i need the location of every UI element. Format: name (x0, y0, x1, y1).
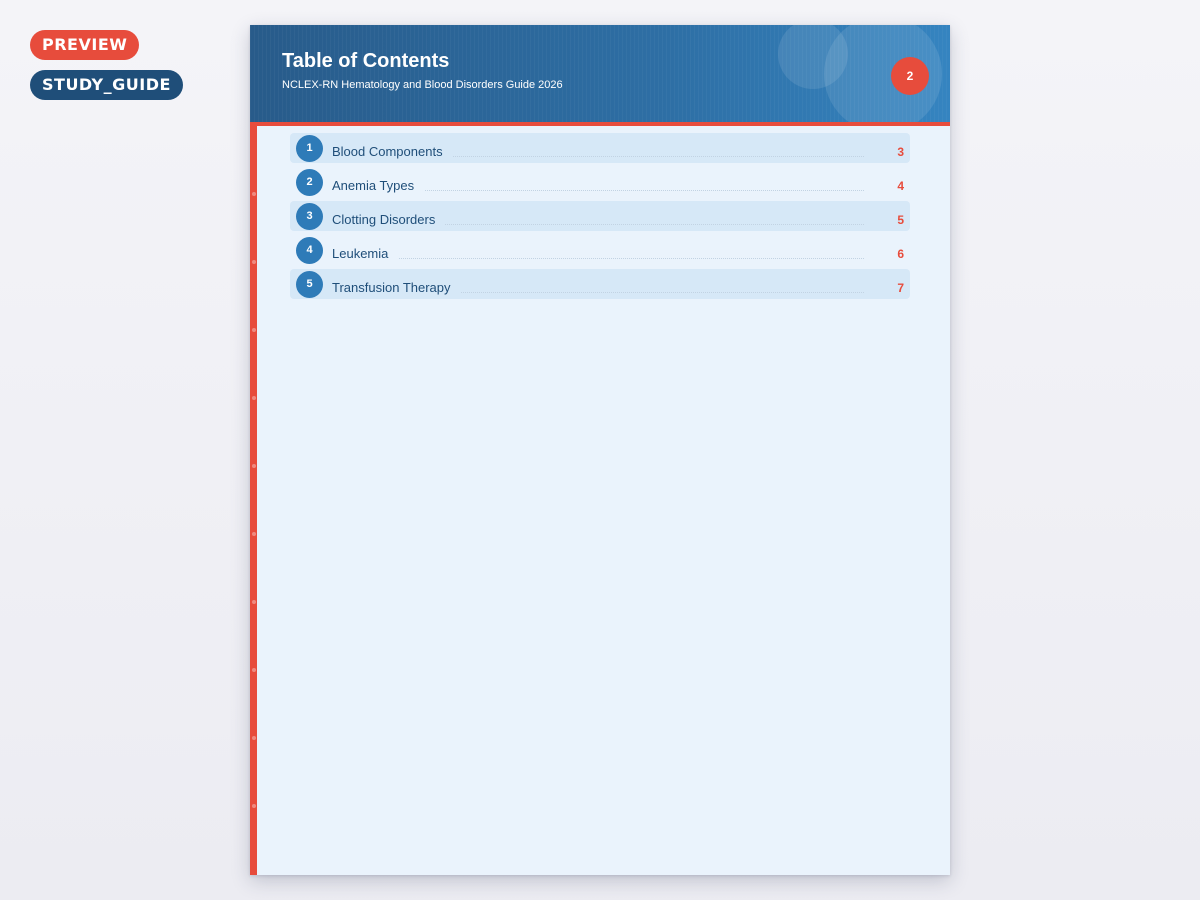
toc-entry-label: Transfusion Therapy (332, 280, 461, 295)
toc-entry-number: 5 (296, 271, 323, 298)
bar-dot (252, 464, 256, 468)
document-page: Table of Contents NCLEX-RN Hematology an… (250, 25, 950, 875)
page-title: Table of Contents (282, 50, 450, 72)
toc-entry-page: 5 (897, 213, 904, 227)
bar-dot (252, 396, 256, 400)
page-header: Table of Contents NCLEX-RN Hematology an… (250, 25, 950, 122)
toc-entry-label: Leukemia (332, 246, 399, 261)
toc-entry[interactable]: 1 Blood Components 3 (290, 133, 910, 163)
page-number-badge: 2 (891, 57, 929, 95)
left-accent-bar (250, 122, 257, 875)
toc-entry[interactable]: 5 Transfusion Therapy 7 (290, 269, 910, 299)
bar-dot (252, 736, 256, 740)
bar-dot (252, 532, 256, 536)
toc-entry-page: 6 (897, 247, 904, 261)
bar-dot (252, 260, 256, 264)
toc-entry-page: 7 (897, 281, 904, 295)
bar-dot (252, 804, 256, 808)
table-of-contents: 1 Blood Components 3 2 Anemia Types 4 3 … (290, 133, 910, 303)
bar-dot (252, 600, 256, 604)
toc-entry-label: Anemia Types (332, 178, 425, 193)
toc-entry-number: 2 (296, 169, 323, 196)
toc-entry-label: Blood Components (332, 144, 453, 159)
toc-entry[interactable]: 2 Anemia Types 4 (290, 167, 910, 197)
study-guide-tag: STUDY_GUIDE (30, 70, 183, 100)
bar-dot (252, 328, 256, 332)
toc-entry-number: 3 (296, 203, 323, 230)
toc-entry-label: Clotting Disorders (332, 212, 446, 227)
page-subtitle: NCLEX-RN Hematology and Blood Disorders … (282, 79, 563, 91)
bar-dot (252, 192, 256, 196)
toc-entry-page: 4 (897, 179, 904, 193)
toc-entry[interactable]: 3 Clotting Disorders 5 (290, 201, 910, 231)
toc-entry-page: 3 (897, 145, 904, 159)
toc-entry[interactable]: 4 Leukemia 6 (290, 235, 910, 265)
bar-dot (252, 668, 256, 672)
toc-entry-number: 1 (296, 135, 323, 162)
toc-leader-dots (332, 258, 864, 259)
preview-tag: PREVIEW (30, 30, 140, 60)
header-accent-stripe (250, 122, 950, 126)
toc-entry-number: 4 (296, 237, 323, 264)
